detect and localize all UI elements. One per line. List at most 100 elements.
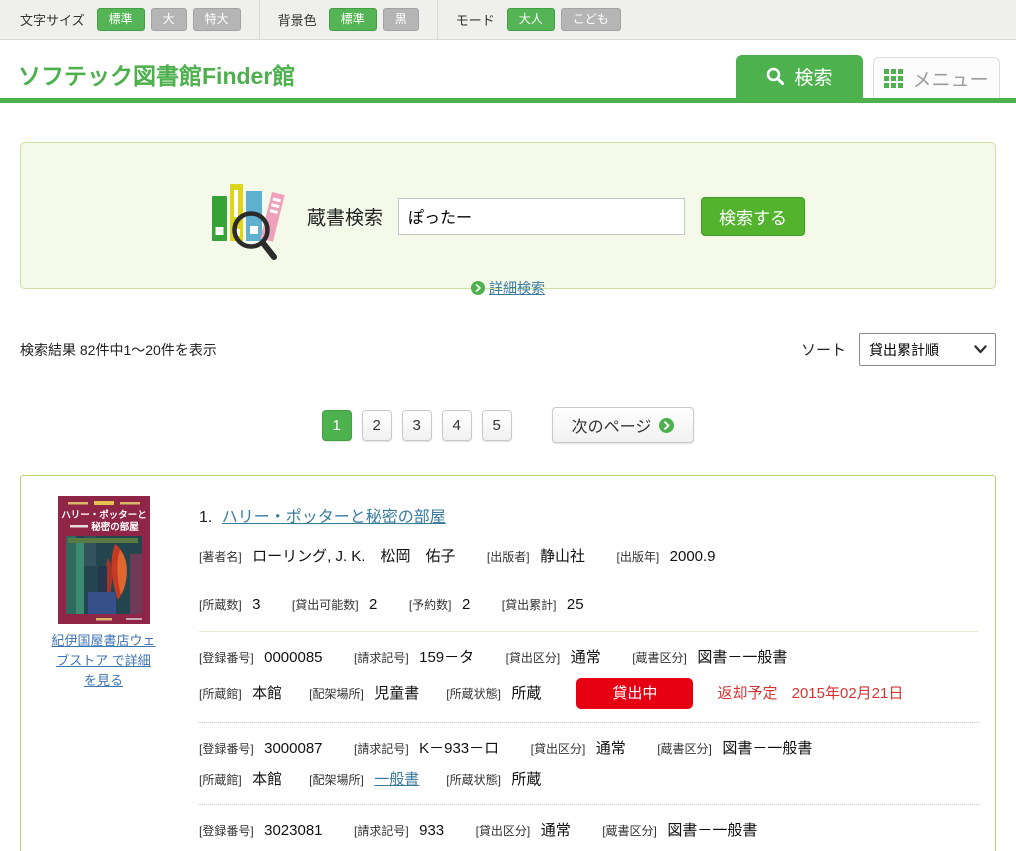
background-color-group: 背景色 標準 黒: [259, 0, 437, 39]
book-title-row: 1. ハリー・ポッターと秘密の部屋: [199, 503, 979, 527]
reg-number-field: [登録番号] 3023081: [199, 820, 323, 842]
collection-search-panel: 蔵書検索 検索する 詳細検索: [20, 142, 996, 289]
background-color-label: 背景色: [278, 10, 317, 29]
shelf-link[interactable]: 一般書: [374, 771, 419, 788]
arrow-right-circle-icon: [659, 418, 674, 433]
call-number-value: K－933－ロ: [419, 740, 499, 757]
background-black-button[interactable]: 黒: [383, 8, 419, 30]
page-button-2[interactable]: 2: [362, 410, 392, 441]
store-detail-link[interactable]: 紀伊国屋書店ウェブストア で詳細を見る: [51, 631, 156, 691]
reg-number-field: [登録番号] 3000087: [199, 738, 323, 760]
mode-label: モード: [456, 10, 495, 29]
book-meta-row: [著者名] ローリング, J. K. 松岡 佑子 [出版者] 静山社 [出版年]…: [199, 546, 979, 568]
search-result-item: ハリー・ポッターと 秘密の部屋 紀伊国屋書店ウェブストア で詳細を見る 1. ハ…: [20, 475, 996, 851]
library-value: 本館: [252, 771, 282, 788]
loan-type-label: [貸出区分]: [531, 742, 586, 756]
collection-type-field: [蔵書区分] 図書－一般書: [657, 738, 812, 760]
holdings-value: 3: [252, 596, 260, 613]
call-number-field: [請求記号] 933: [354, 820, 444, 842]
tab-menu-label: メニュー: [912, 65, 988, 92]
book-stats-row: [所蔵数] 3 [貸出可能数] 2 [予約数] 2 [貸出累計] 25: [199, 594, 979, 616]
search-input[interactable]: [398, 198, 685, 235]
holdings-label: [所蔵数]: [199, 598, 242, 612]
mode-adult-button[interactable]: 大人: [507, 8, 555, 30]
next-page-button[interactable]: 次のページ: [552, 407, 695, 443]
call-number-value: 159－タ: [419, 649, 474, 666]
mode-kids-button[interactable]: こども: [561, 8, 621, 30]
cover-title-line2: 秘密の部屋: [91, 521, 139, 533]
pub-year-field: [出版年] 2000.9: [617, 546, 716, 568]
shelf-label: [配架場所]: [309, 773, 364, 787]
advanced-search-link[interactable]: 詳細検索: [489, 280, 545, 296]
publisher-value: 静山社: [540, 548, 585, 565]
holding-state-value: 所蔵: [511, 771, 541, 788]
result-cover-column: ハリー・ポッターと 秘密の部屋 紀伊国屋書店ウェブストア で詳細を見る: [51, 496, 156, 851]
search-submit-button[interactable]: 検索する: [701, 197, 805, 236]
library-field: [所蔵館] 本館: [199, 769, 282, 791]
font-size-large-button[interactable]: 大: [151, 8, 187, 30]
loan-total-value: 25: [567, 596, 584, 613]
loan-type-field: [貸出区分] 通常: [476, 820, 571, 842]
advanced-search-row: 詳細検索: [21, 278, 995, 298]
call-number-field: [請求記号] K－933－ロ: [354, 738, 499, 760]
copy-1-row-1: [登録番号] 0000085 [請求記号] 159－タ [貸出区分] 通常 [蔵…: [199, 647, 979, 669]
collection-search-label: 蔵書検索: [307, 203, 383, 230]
collection-type-label: [蔵書区分]: [602, 824, 657, 838]
publisher-field: [出版者] 静山社: [487, 546, 585, 568]
tab-search[interactable]: 検索: [736, 55, 863, 98]
pagination: 1 2 3 4 5 次のページ: [0, 407, 1016, 443]
search-row: 蔵書検索 検索する: [21, 143, 995, 265]
page-button-5[interactable]: 5: [482, 410, 512, 441]
author-label: [著者名]: [199, 550, 242, 564]
copy-record-2: [登録番号] 3000087 [請求記号] K－933－ロ [貸出区分] 通常 …: [199, 738, 979, 791]
page-button-3[interactable]: 3: [402, 410, 432, 441]
call-number-value: 933: [419, 822, 444, 839]
book-cover-image[interactable]: ハリー・ポッターと 秘密の部屋: [58, 496, 150, 624]
pub-year-label: [出版年]: [617, 550, 660, 564]
author-field: [著者名] ローリング, J. K. 松岡 佑子: [199, 546, 455, 568]
cover-title-line1: ハリー・ポッターと: [61, 509, 147, 521]
font-size-xlarge-button[interactable]: 特大: [193, 8, 241, 30]
mode-group: モード 大人 こども: [437, 0, 639, 39]
sort-label: ソート: [801, 339, 846, 360]
book-title-link[interactable]: ハリー・ポッターと秘密の部屋: [222, 509, 446, 526]
available-field: [貸出可能数] 2: [292, 594, 377, 616]
collection-type-label: [蔵書区分]: [657, 742, 712, 756]
loan-type-field: [貸出区分] 通常: [531, 738, 626, 760]
tab-menu[interactable]: メニュー: [873, 57, 1000, 98]
call-number-label: [請求記号]: [354, 651, 409, 665]
grid-icon: [884, 69, 903, 88]
sort-control: ソート 貸出累計順: [801, 333, 996, 366]
copy-2-row-2: [所蔵館] 本館 [配架場所] 一般書 [所蔵状態] 所蔵: [199, 769, 979, 791]
divider: [199, 631, 979, 632]
reg-number-label: [登録番号]: [199, 742, 254, 756]
reservations-field: [予約数] 2: [409, 594, 470, 616]
copy-record-1: [登録番号] 0000085 [請求記号] 159－タ [貸出区分] 通常 [蔵…: [199, 647, 979, 709]
tab-search-label: 検索: [794, 63, 832, 90]
copy-1-row-2: [所蔵館] 本館 [配架場所] 児童書 [所蔵状態] 所蔵 貸出中 返却予定 2…: [199, 678, 979, 709]
reservations-label: [予約数]: [409, 598, 452, 612]
reg-number-label: [登録番号]: [199, 651, 254, 665]
call-number-label: [請求記号]: [354, 824, 409, 838]
reg-number-value: 0000085: [264, 649, 322, 666]
page-button-4[interactable]: 4: [442, 410, 472, 441]
sort-select[interactable]: 貸出累計順: [859, 333, 996, 366]
font-size-standard-button[interactable]: 標準: [97, 8, 145, 30]
divider: [199, 722, 979, 723]
library-value: 本館: [252, 685, 282, 702]
page-button-1[interactable]: 1: [322, 410, 352, 441]
library-label: [所蔵館]: [199, 687, 242, 701]
loan-type-label: [貸出区分]: [506, 651, 561, 665]
background-standard-button[interactable]: 標準: [329, 8, 377, 30]
loan-type-value: 通常: [541, 822, 571, 839]
holdings-field: [所蔵数] 3: [199, 594, 260, 616]
return-due-label: 返却予定: [717, 685, 777, 702]
copy-record-3: [登録番号] 3023081 [請求記号] 933 [貸出区分] 通常 [蔵書区…: [199, 820, 979, 851]
holding-state-field: [所蔵状態] 所蔵: [446, 683, 541, 705]
holding-state-label: [所蔵状態]: [446, 773, 501, 787]
collection-type-field: [蔵書区分] 図書－一般書: [602, 820, 757, 842]
loan-total-field: [貸出累計] 25: [502, 594, 584, 616]
reg-number-value: 3000087: [264, 740, 322, 757]
available-label: [貸出可能数]: [292, 598, 359, 612]
sort-select-shell: 貸出累計順: [859, 333, 996, 366]
